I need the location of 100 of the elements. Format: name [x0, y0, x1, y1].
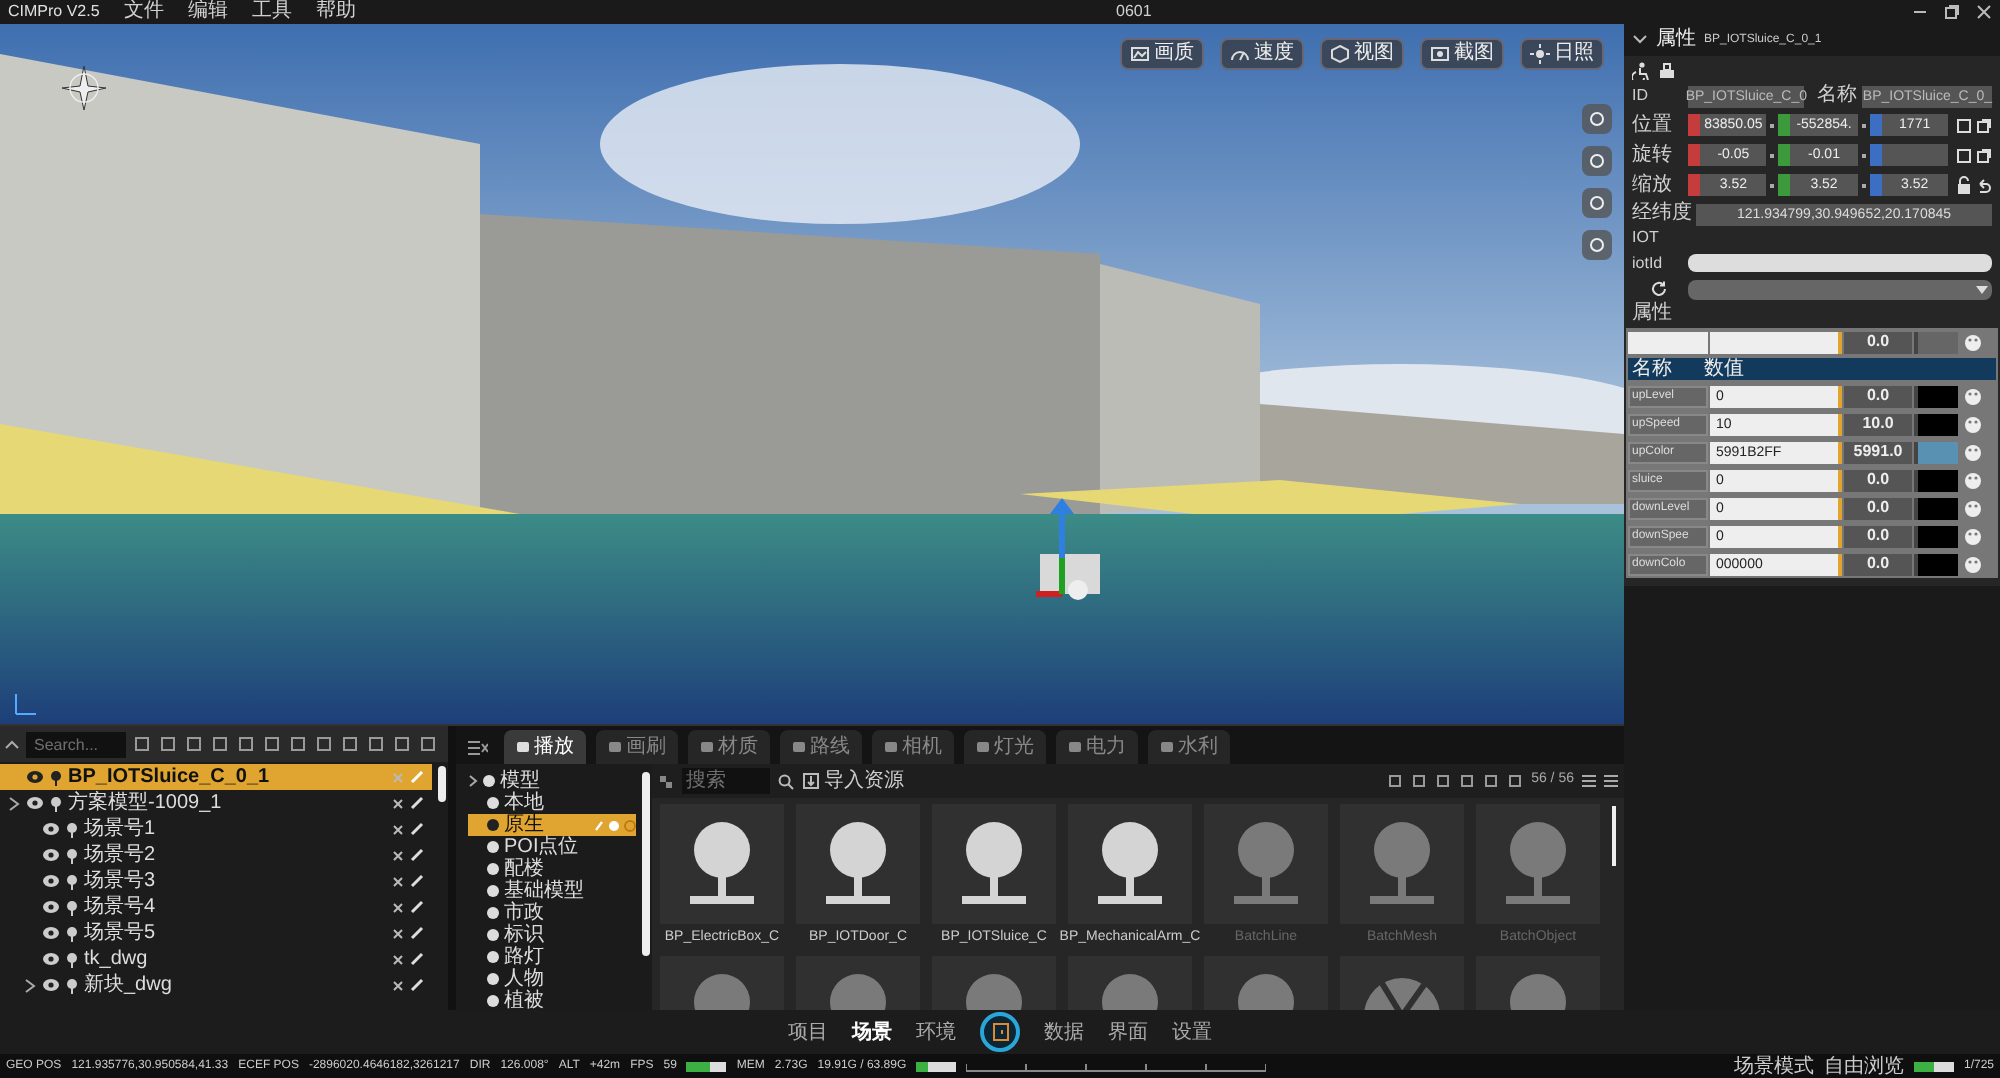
outliner-row[interactable]: 场景号4 [0, 894, 432, 920]
viewport-toolbar-button[interactable]: 速度 [1220, 38, 1304, 70]
outliner-row[interactable]: 场景号2 [0, 842, 432, 868]
number-field[interactable]: 0.0 [1844, 331, 1912, 353]
number-field[interactable]: 0.0 [1844, 525, 1912, 547]
library-tab[interactable]: 画刷 [596, 730, 678, 764]
color-swatch[interactable] [1914, 469, 1958, 491]
number-field[interactable]: 0.0 [1844, 497, 1912, 519]
asset-thumbnail[interactable] [1068, 804, 1192, 924]
color-swatch[interactable] [1914, 553, 1958, 575]
close-icon [392, 953, 404, 965]
outliner-row[interactable]: tk_dwg [0, 946, 432, 972]
viewport-toolbar-button[interactable]: 视图 [1320, 38, 1404, 70]
library-tab[interactable]: 水利 [1148, 730, 1230, 764]
viewport-side-button[interactable] [1582, 188, 1612, 218]
outliner-tool-button[interactable] [158, 734, 178, 754]
outliner-row[interactable]: BP_IOTSluice_C_0_1 [0, 764, 432, 790]
nav-tab[interactable]: 环境 [916, 1017, 956, 1047]
move-gizmo-icon [1030, 494, 1094, 604]
import-button[interactable]: 导入资源 [802, 771, 904, 791]
library-tab[interactable]: 灯光 [964, 730, 1046, 764]
asset-thumbnail[interactable] [1204, 804, 1328, 924]
library-tab[interactable]: 相机 [872, 730, 954, 764]
category-item[interactable]: 市政 [468, 902, 636, 924]
outliner-row[interactable]: 场景号5 [0, 920, 432, 946]
category-item[interactable]: 标识 [468, 924, 636, 946]
name-field[interactable] [1628, 331, 1708, 353]
menu-item[interactable]: 编辑 [187, 2, 228, 22]
number-field[interactable]: 5991.0 [1844, 441, 1912, 463]
menu-item[interactable]: 帮助 [315, 2, 356, 22]
viewport-toolbar-button[interactable]: 画质 [1120, 38, 1204, 70]
category-item[interactable]: 本地 [468, 792, 636, 814]
category-item[interactable]: POI点位 [468, 836, 636, 858]
asset-thumbnail[interactable] [932, 804, 1056, 924]
color-swatch[interactable] [1914, 497, 1958, 519]
palette-button[interactable] [1960, 499, 1984, 517]
close-icon [392, 797, 404, 809]
nav-tab[interactable]: 界面 [1108, 1017, 1148, 1047]
viewport-side-button[interactable] [1582, 230, 1612, 260]
library-tab[interactable]: 路线 [780, 730, 862, 764]
number-field[interactable]: 10.0 [1844, 413, 1912, 435]
door-icon [991, 1022, 1009, 1042]
outliner-row[interactable]: 新块_dwg [0, 972, 432, 998]
outliner-row[interactable]: 场景号1 [0, 816, 432, 842]
category-item[interactable]: 植被 [468, 990, 636, 1010]
search-field[interactable]: Search... [26, 731, 126, 757]
menu-item[interactable]: 工具 [251, 2, 292, 22]
asset-thumbnail[interactable] [1476, 804, 1600, 924]
outliner-row[interactable]: 场景号3 [0, 868, 432, 894]
nav-tab[interactable]: 场景 [852, 1017, 892, 1047]
search-field[interactable]: 搜索 [682, 768, 770, 794]
number-field[interactable]: 0.0 [1844, 469, 1912, 491]
axis-field[interactable] [1869, 144, 1949, 166]
asset-thumbnail[interactable] [660, 804, 784, 924]
color-swatch[interactable] [1914, 413, 1958, 435]
viewport-side-button[interactable] [1582, 104, 1612, 134]
asset-thumbnail[interactable] [796, 804, 920, 924]
viewport-toolbar-button[interactable]: 截图 [1420, 38, 1504, 70]
caret-down-icon [1976, 285, 1988, 293]
number-field[interactable]: 0.0 [1844, 385, 1912, 407]
close-icon [392, 823, 404, 835]
category-item[interactable]: 路灯 [468, 946, 636, 968]
viewport-side-button[interactable] [1582, 146, 1612, 176]
color-swatch[interactable] [1914, 525, 1958, 547]
palette-button[interactable] [1960, 415, 1984, 433]
library-tab[interactable]: 电力 [1056, 730, 1138, 764]
palette-button[interactable] [1960, 387, 1984, 405]
nav-tab[interactable]: 项目 [788, 1017, 828, 1047]
category-item[interactable]: 原生 [468, 814, 636, 836]
color-swatch[interactable] [1914, 385, 1958, 407]
category-item[interactable]: 人物 [468, 968, 636, 990]
nav-tab[interactable]: 数据 [1044, 1017, 1084, 1047]
viewport-toolbar-button[interactable]: 日照 [1520, 38, 1604, 70]
iotid-field[interactable] [1688, 254, 1992, 272]
pin-icon [66, 873, 78, 889]
nav-tab[interactable]: 设置 [1172, 1017, 1212, 1047]
sun-icon [1530, 44, 1550, 64]
palette-button[interactable] [1960, 555, 1984, 573]
category-item[interactable]: 基础模型 [468, 880, 636, 902]
iot-label: IOT [1632, 230, 1661, 248]
asset-thumbnail[interactable] [1340, 804, 1464, 924]
search-icon [778, 773, 794, 789]
center-logo-button[interactable] [980, 1012, 1020, 1052]
attribute-value-field[interactable] [1710, 331, 1842, 353]
color-swatch[interactable] [1914, 441, 1958, 463]
category-item[interactable]: 模型 [468, 770, 636, 792]
scrollbar-thumb[interactable] [438, 766, 446, 802]
palette-button[interactable] [1960, 333, 1984, 351]
category-item[interactable]: 配楼 [468, 858, 636, 880]
transform-label: 旋转 [1632, 145, 1674, 165]
palette-button[interactable] [1960, 471, 1984, 489]
outliner-row[interactable]: 方案模型-1009_1 [0, 790, 432, 816]
palette-button[interactable] [1960, 527, 1984, 545]
scrollbar-thumb[interactable] [1612, 806, 1616, 866]
library-tab[interactable]: 材质 [688, 730, 770, 764]
palette-button[interactable] [1960, 443, 1984, 461]
number-field[interactable]: 0.0 [1844, 553, 1912, 575]
library-tab[interactable]: 播放 [504, 730, 586, 764]
chevron-down-icon [1632, 34, 1648, 46]
scrollbar-thumb[interactable] [642, 772, 650, 956]
